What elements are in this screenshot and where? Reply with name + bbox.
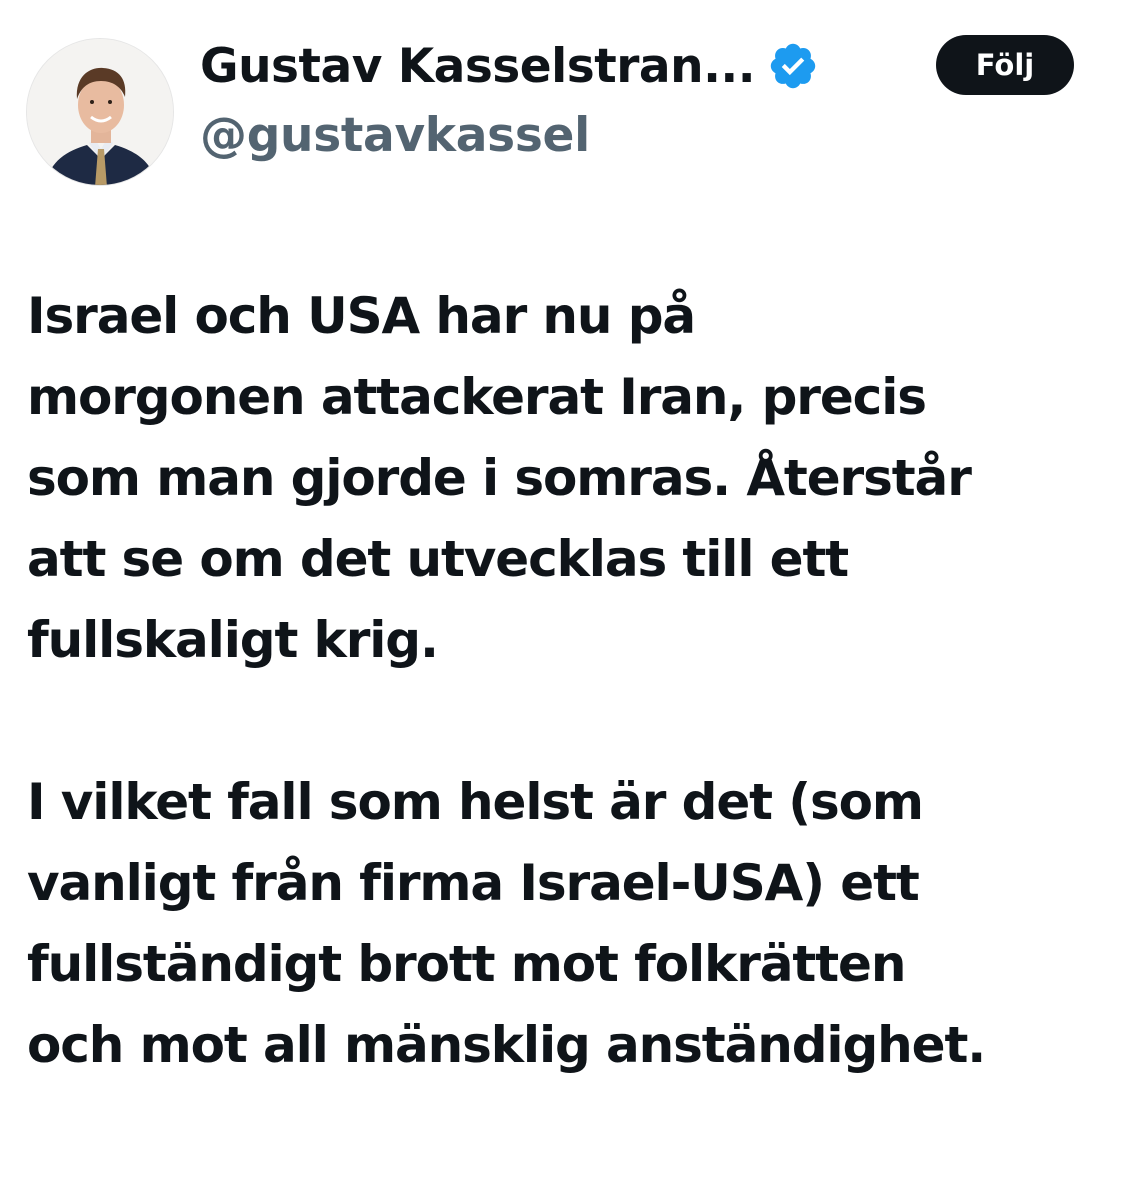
- avatar-portrait-icon: [27, 39, 173, 185]
- tweet-card: Gustav Kasselstran... @gustavkassel Följ…: [0, 0, 1122, 1200]
- tweet-line: vanligt från firma Israel-USA) ett: [27, 854, 920, 912]
- author-display-name[interactable]: Gustav Kasselstran...: [200, 39, 756, 94]
- tweet-line: morgonen attackerat Iran, precis: [27, 368, 927, 426]
- tweet-line: fullständigt brott mot folkrätten: [27, 935, 906, 993]
- avatar[interactable]: [26, 38, 174, 186]
- tweet-paragraph: Israel och USA har nu på morgonen attack…: [27, 276, 1112, 681]
- tweet-line: och mot all mänsklig anständighet.: [27, 1016, 986, 1074]
- tweet-paragraph: I vilket fall som helst är det (som vanl…: [27, 762, 1112, 1086]
- tweet-line: I vilket fall som helst är det (som: [27, 773, 924, 831]
- tweet-line: som man gjorde i somras. Återstår: [27, 449, 972, 507]
- tweet-line: att se om det utvecklas till ett: [27, 530, 849, 588]
- tweet-line: fullskaligt krig.: [27, 611, 439, 669]
- author-name-row: Gustav Kasselstran...: [200, 38, 819, 94]
- verified-badge-icon[interactable]: [767, 40, 819, 92]
- tweet-line: Israel och USA har nu på: [27, 287, 696, 345]
- follow-button[interactable]: Följ: [936, 35, 1074, 95]
- tweet-text: Israel och USA har nu på morgonen attack…: [27, 276, 1112, 1086]
- author-handle[interactable]: @gustavkassel: [200, 108, 590, 163]
